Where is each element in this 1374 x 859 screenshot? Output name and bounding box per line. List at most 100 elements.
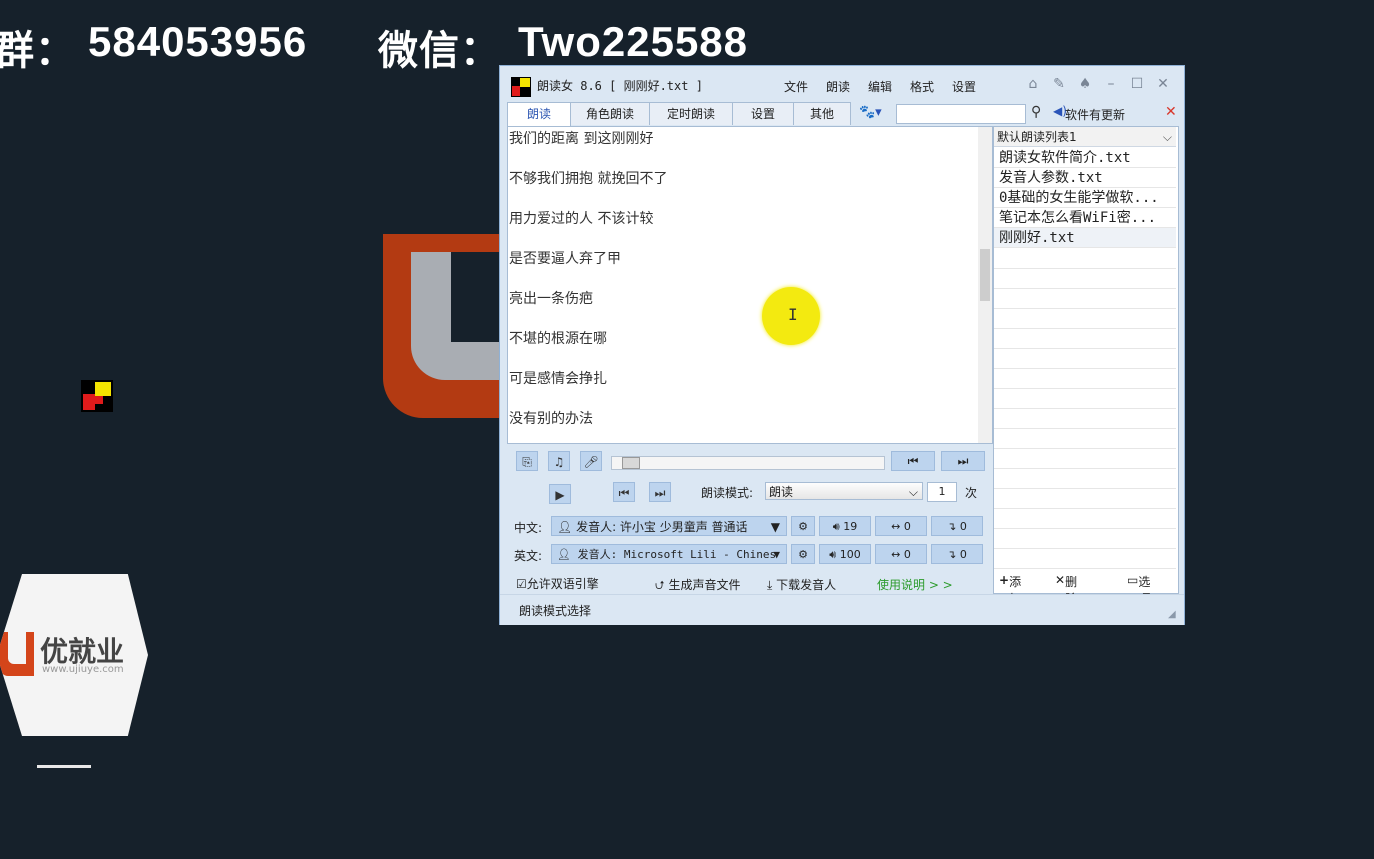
text-line: 不堪的根源在哪 xyxy=(509,331,607,347)
logo-url: www.ujiuye.com xyxy=(42,664,124,675)
prev-track-button[interactable]: ⏮ xyxy=(891,451,935,471)
engine-icon[interactable]: ⚙ xyxy=(791,516,815,536)
chinese-voice-value: 发音人: 许小宝 少男童声 普通话 xyxy=(576,520,748,534)
text-line: 用力爱过的人 不该计较 xyxy=(509,211,654,227)
close-notice-icon[interactable]: ✕ xyxy=(1165,104,1177,120)
window-title: 朗读女 8.6 [ 刚刚好.txt ] xyxy=(537,79,703,93)
playlist-select[interactable]: 默认朗读列表1 ⌵ xyxy=(994,127,1176,147)
wechat-id: Two225588 xyxy=(518,18,749,65)
chinese-voice-select[interactable]: 👤︎ 发音人: 许小宝 少男童声 普通话 ▼ xyxy=(551,516,787,536)
ujiuye-logo: 优就业 www.ujiuye.com xyxy=(0,574,148,736)
app-icon xyxy=(511,77,531,97)
chinese-speed[interactable]: ↔ 0 xyxy=(875,516,927,536)
chinese-label: 中文: xyxy=(514,521,543,535)
resize-grip-icon[interactable]: ◢ xyxy=(1168,609,1180,621)
chinese-volume[interactable]: 🔊︎ 19 xyxy=(819,516,871,536)
text-editor[interactable]: 我们的距离 到这刚刚好 不够我们拥抱 就挽回不了 用力爱过的人 不该计较 是否要… xyxy=(507,126,993,444)
search-icon[interactable]: ⚲ xyxy=(1031,104,1041,120)
home-icon[interactable]: ⌂ xyxy=(1024,76,1042,92)
repeat-unit: 次 xyxy=(965,486,978,500)
playlist-panel: 默认朗读列表1 ⌵ 朗读女软件简介.txt 发音人参数.txt 0基础的女生能学… xyxy=(993,126,1179,594)
menu-settings[interactable]: 设置 xyxy=(952,78,994,95)
play-button[interactable]: ▶ xyxy=(549,484,571,504)
window-controls: ⌂ ✎ ♠ – ☐ ✕ xyxy=(1024,76,1172,92)
qq-number: 584053956 xyxy=(88,18,308,65)
playlist-item[interactable]: 发音人参数.txt xyxy=(994,168,1176,188)
playback-controls: ⎘ ♫ 🎤︎ ⏮ ⏭ ▶ ⏮ ⏭ 朗读模式: 朗读 ⌵ 1 次 中文: 👤︎ 发… xyxy=(507,444,991,594)
english-speed[interactable]: ↔ 0 xyxy=(875,544,927,564)
playlist-footer: + 添加 ✕ 删除 ▭ 选项 xyxy=(993,573,1177,606)
repeat-count-input[interactable]: 1 xyxy=(927,482,957,502)
text-line: 亮出一条伤疤 xyxy=(509,291,593,307)
tab-row: 朗读 角色朗读 定时朗读 设置 其他 🐾▾ ⚲ ◀) 软件有更新 ✕ xyxy=(507,102,1179,127)
shirt-icon[interactable]: ♠ xyxy=(1076,76,1094,92)
mode-label: 朗读模式: xyxy=(701,486,754,500)
chinese-pitch[interactable]: ↴ 0 xyxy=(931,516,983,536)
tab-settings[interactable]: 设置 xyxy=(732,102,794,125)
person-icon: 👤︎ xyxy=(557,548,571,561)
main-menu: 文件 朗读 编辑 格式 设置 xyxy=(784,78,994,95)
mode-select[interactable]: 朗读 ⌵ xyxy=(765,482,923,500)
bilingual-checkbox[interactable]: ☑允许双语引擎 xyxy=(516,575,599,592)
menu-file[interactable]: 文件 xyxy=(784,78,826,95)
delete-button[interactable]: ✕ 删除 xyxy=(1055,573,1077,606)
mode-select-value: 朗读 xyxy=(769,485,794,499)
person-icon: 👤︎ xyxy=(557,520,573,534)
text-scrollbar[interactable] xyxy=(978,127,992,443)
next-track-button[interactable]: ⏭ xyxy=(941,451,985,471)
tab-other[interactable]: 其他 xyxy=(793,102,851,125)
paw-icon[interactable]: 🐾▾ xyxy=(859,105,882,120)
text-line: 没有别的办法 xyxy=(509,411,593,427)
background-u-logo xyxy=(383,234,531,418)
playlist-item[interactable]: 0基础的女生能学做软... xyxy=(994,188,1176,208)
prev-sentence-button[interactable]: ⏮ xyxy=(613,482,635,502)
microphone-icon[interactable]: 🎤︎ xyxy=(580,451,602,471)
pin-icon[interactable]: ✎ xyxy=(1050,76,1068,92)
download-voice-button[interactable]: ⤓ 下载发音人 xyxy=(767,576,836,593)
english-label: 英文: xyxy=(514,549,543,563)
chevron-down-icon: ▼ xyxy=(770,520,780,534)
menu-format[interactable]: 格式 xyxy=(910,78,952,95)
add-button[interactable]: + 添加 xyxy=(999,573,1021,606)
minimize-icon[interactable]: – xyxy=(1102,76,1120,92)
close-icon[interactable]: ✕ xyxy=(1154,76,1172,92)
app-desktop-icon[interactable] xyxy=(81,380,113,412)
chevron-down-icon: ▼ xyxy=(773,548,780,561)
progress-slider[interactable] xyxy=(611,456,885,470)
playlist-select-value: 默认朗读列表1 xyxy=(997,130,1077,144)
tab-read[interactable]: 朗读 xyxy=(507,102,571,127)
english-voice-select[interactable]: 👤︎ 发音人: Microsoft Lili - Chines ▼ xyxy=(551,544,787,564)
text-line: 我们的距离 到这刚刚好 xyxy=(509,131,654,147)
import-icon[interactable]: ⎘ xyxy=(516,451,538,471)
music-icon[interactable]: ♫ xyxy=(548,451,570,471)
status-bar: 朗读模式选择 ◢ xyxy=(500,594,1184,625)
text-cursor-icon: I xyxy=(788,305,798,324)
playlist-item[interactable]: 刚刚好.txt xyxy=(994,228,1176,248)
qq-label: 群： xyxy=(0,28,76,74)
app-window: 朗读女 8.6 [ 刚刚好.txt ] 文件 朗读 编辑 格式 设置 ⌂ ✎ ♠… xyxy=(499,65,1185,625)
english-volume[interactable]: 🔊︎ 100 xyxy=(819,544,871,564)
text-line: 不够我们拥抱 就挽回不了 xyxy=(509,171,668,187)
title-bar[interactable]: 朗读女 8.6 [ 刚刚好.txt ] 文件 朗读 编辑 格式 设置 ⌂ ✎ ♠… xyxy=(500,66,1184,100)
chevron-down-icon: ⌵ xyxy=(908,485,918,499)
next-sentence-button[interactable]: ⏭ xyxy=(649,482,671,502)
menu-read[interactable]: 朗读 xyxy=(826,78,868,95)
options-button[interactable]: ▭ 选项 xyxy=(1127,573,1150,606)
tab-timed-read[interactable]: 定时朗读 xyxy=(649,102,733,125)
tab-role-read[interactable]: 角色朗读 xyxy=(570,102,650,125)
english-pitch[interactable]: ↴ 0 xyxy=(931,544,983,564)
help-link[interactable]: 使用说明 > > xyxy=(877,576,953,593)
chevron-down-icon: ⌵ xyxy=(1162,130,1172,144)
maximize-icon[interactable]: ☐ xyxy=(1128,76,1146,92)
menu-edit[interactable]: 编辑 xyxy=(868,78,910,95)
wechat-label: 微信： xyxy=(378,28,501,74)
text-line: 可是感情会挣扎 xyxy=(509,371,607,387)
search-input[interactable] xyxy=(896,104,1026,124)
playlist-item[interactable]: 笔记本怎么看WiFi密... xyxy=(994,208,1176,228)
playlist-item[interactable]: 朗读女软件简介.txt xyxy=(994,148,1176,168)
english-voice-value: 发音人: Microsoft Lili - Chines xyxy=(577,548,777,561)
divider xyxy=(37,765,91,768)
update-notice[interactable]: 软件有更新 xyxy=(1065,106,1125,123)
text-line: 是否要逼人弃了甲 xyxy=(509,251,621,267)
engine-icon[interactable]: ⚙ xyxy=(791,544,815,564)
